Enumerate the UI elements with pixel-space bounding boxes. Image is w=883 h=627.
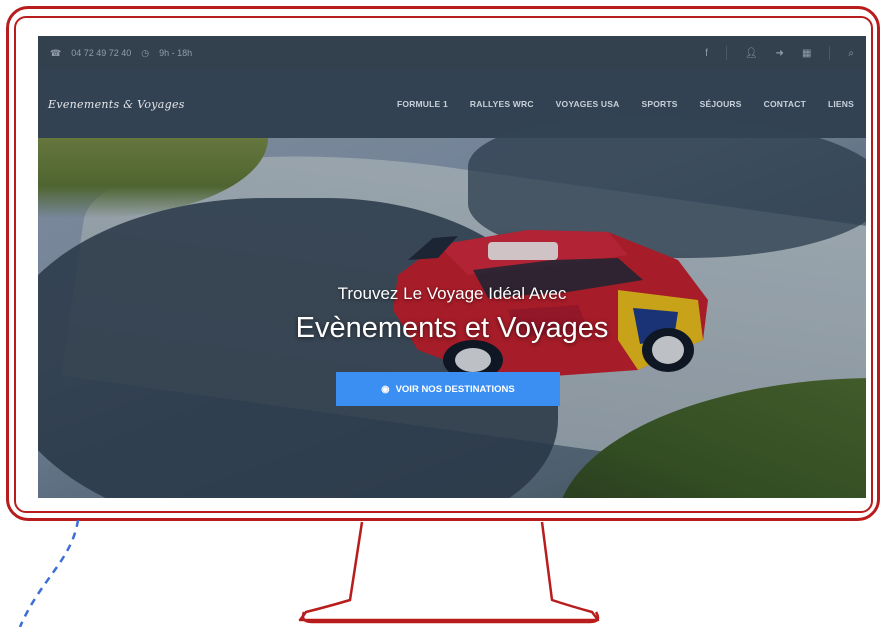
menu-item-liens[interactable]: LIENS [828,99,854,109]
facebook-icon[interactable]: f [705,48,708,59]
menu-item-formule1[interactable]: FORMULE 1 [397,99,448,109]
website-screen: ☎ 04 72 49 72 40 ◷ 9h - 18h f 👤︎ ➜ ▦ ⌕ E… [38,36,866,498]
user-icon[interactable]: 👤︎ [745,48,758,59]
phone-number[interactable]: 04 72 49 72 40 [71,48,131,58]
menu-item-contact[interactable]: CONTACT [764,99,806,109]
divider [725,46,727,60]
menu-item-sports[interactable]: SPORTS [641,99,677,109]
opening-hours: 9h - 18h [159,48,193,58]
clock-icon: ◷ [141,47,150,58]
hero-banner: Trouvez Le Voyage Idéal Avec Evènements … [38,118,866,498]
top-bar: ☎ 04 72 49 72 40 ◷ 9h - 18h f 👤︎ ➜ ▦ ⌕ [38,36,866,70]
search-icon[interactable]: ⌕ [848,48,854,59]
phone-icon: ☎ [50,47,62,58]
hero-subtitle: Trouvez Le Voyage Idéal Avec [337,284,567,303]
cart-icon[interactable]: ▦ [802,48,811,59]
menu-item-sejours[interactable]: SÉJOURS [700,99,742,109]
site-logo[interactable]: Evenements & Voyages [48,98,185,111]
main-menu: FORMULE 1 RALLYES WRC VOYAGES USA SPORTS… [397,99,854,109]
login-icon[interactable]: ➜ [776,48,784,59]
menu-item-voyages-usa[interactable]: VOYAGES USA [556,99,620,109]
view-destinations-button[interactable]: ◉ VOIR NOS DESTINATIONS [336,372,560,406]
divider [829,46,831,60]
hero-title: Evènements et Voyages [295,312,609,344]
menu-item-rallyes-wrc[interactable]: RALLYES WRC [470,99,534,109]
eye-icon: ◉ [381,383,390,395]
view-destinations-label: VOIR NOS DESTINATIONS [395,383,515,395]
